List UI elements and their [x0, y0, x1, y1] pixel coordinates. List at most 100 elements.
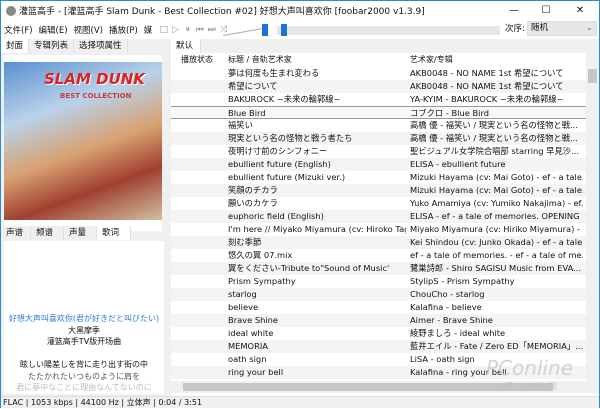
playlist-row[interactable]: believe Kalafina - believe	[171, 301, 586, 314]
playlist-row[interactable]: ideal white 綾野ましろ - ideal white	[171, 327, 586, 340]
track-title: 悠久の翼 07.mix	[228, 250, 293, 260]
playlist-row[interactable]: 福笑い 高橋 優 - 福笑い / 現実という名の怪物と戦...	[171, 119, 586, 132]
track-artist-album: Yuko Amamiya (cv: Yumiko Nakajima) - ef.…	[410, 198, 583, 208]
playlist-row[interactable]: 刻む季節 Kei Shindou (cv: Junko Okada) - ef -…	[171, 236, 586, 249]
track-title: ring your bell	[228, 367, 284, 377]
playlist-row[interactable]: I'm here // Miyako Miyamura (cv: Hiroko …	[171, 223, 586, 236]
track-artist-album: AKB0048 - NO NAME 1st 希望について	[410, 68, 564, 78]
stop-icon[interactable]: □	[158, 24, 169, 36]
track-artist-album: ELISA - ef - a tale of memories. OPENING…	[410, 211, 583, 221]
track-title: 笑顔のチカラ	[228, 185, 278, 195]
track-title: MEMORIA	[228, 341, 268, 351]
track-title: I'm here // Miyako Miyamura (cv: Hiroko …	[228, 224, 406, 234]
lyric-line	[4, 348, 164, 360]
playlist-row[interactable]: 夢は何度も生まれ変わる AKB0048 - NO NAME 1st 希望について	[171, 67, 586, 80]
lyric-line: 灌篮高手TV版开场曲	[46, 337, 122, 346]
tab-lyrics[interactable]: 歌词	[97, 226, 131, 240]
tab-album-list[interactable]: 专辑列表	[29, 39, 75, 53]
playlist-row[interactable]: ebullient future (Mizuki ver.) Mizuki Hay…	[171, 171, 586, 184]
track-title: Prism Sympathy	[228, 276, 296, 286]
close-button[interactable]: ✕	[565, 1, 595, 20]
tab-cover[interactable]: 封面	[1, 39, 30, 53]
playlist-row[interactable]: 悠久の翼 07.mix ef - a tale of memories. - ef…	[171, 249, 586, 262]
track-artist-album: Kalafina - believe	[410, 302, 482, 312]
track-title: Brave Shine	[228, 315, 279, 325]
track-artist-album: ef - a tale of memories. - ef - a tale o…	[410, 250, 583, 260]
track-title: ebullient future (Mizuki ver.)	[228, 172, 346, 182]
lyric-line: 眩しい陽差しを背に走り出す街の中	[20, 360, 148, 369]
scroll-thumb[interactable]	[588, 69, 597, 83]
tab-spectrogram[interactable]: 声谱	[1, 226, 31, 240]
lyric-line: 君に夢中なことに理由なんてないのに	[16, 383, 152, 392]
track-title: 刻む季節	[228, 237, 262, 247]
track-artist-album: Aimer - Brave Shine	[410, 315, 493, 325]
track-title: 夜明け寸前のシンフォニー	[228, 146, 328, 156]
track-artist-album: ELISA - ebullient future	[410, 159, 506, 169]
previous-icon[interactable]: ⏮	[194, 24, 205, 36]
maximize-button[interactable]: ☐	[531, 1, 561, 20]
column-artist-album[interactable]: 艺术家/专辑	[410, 53, 583, 67]
track-title: 現実という名の怪物と戦う者たち	[228, 133, 353, 143]
tab-default-playlist[interactable]: 默认	[171, 39, 201, 53]
pause-icon[interactable]: ⏸	[182, 24, 193, 36]
track-title: 希望について	[228, 81, 278, 91]
track-title: 翼をください-Tribute to"Sound of Music'	[228, 263, 390, 273]
menu-library[interactable]: 媒	[144, 26, 153, 36]
tab-properties[interactable]: 选择项属性	[74, 39, 128, 53]
tab-vu-meter[interactable]: 声量计	[64, 226, 97, 252]
order-value: 随机	[531, 23, 549, 33]
playlist-row[interactable]: 笑顔のチカラ Mizuki Hayama (cv: Mai Goto) - ef …	[171, 184, 586, 197]
playlist-row[interactable]: BAKUROCK ~未来の輪郭線~ YA-KYIM - BAKUROCK ~未来の…	[171, 93, 586, 106]
window-title: 灌篮高手 - [灌篮高手 Slam Dunk - Best Collection…	[19, 7, 425, 17]
volume-slider[interactable]	[223, 24, 268, 36]
playlist-row[interactable]: euphoric field (English) ELISA - ef - a t…	[171, 210, 586, 223]
column-header: 播放状态 标题 / 音轨艺术家 艺术家/专辑	[171, 53, 586, 67]
track-title: oath sign	[228, 354, 267, 364]
playlist-row[interactable]: 希望について AKB0048 - NO NAME 1st 希望について	[171, 80, 586, 93]
foobar-window: 灌篮高手 - [灌篮高手 Slam Dunk - Best Collection…	[0, 0, 600, 408]
menu-file[interactable]: 文件(F)	[4, 26, 33, 36]
lyric-line: 大黑摩季	[68, 325, 100, 335]
menu-view[interactable]: 视图(V)	[74, 26, 103, 36]
menu-edit[interactable]: 编辑(E)	[39, 26, 68, 36]
track-artist-album: StylipS - Prism Sympathy	[410, 276, 515, 286]
playlist-row[interactable]: ebullient future (English) ELISA - ebulli…	[171, 158, 586, 171]
app-icon	[6, 5, 16, 16]
seek-bar[interactable]	[277, 24, 500, 36]
next-icon[interactable]: ⏭	[206, 24, 217, 36]
menu-playback[interactable]: 播放(P)	[109, 26, 138, 36]
column-title[interactable]: 标题 / 音轨艺术家	[228, 53, 406, 67]
track-artist-album: AKB0048 - NO NAME 1st 希望について	[410, 81, 564, 91]
track-title: ebullient future (English)	[228, 159, 331, 169]
track-title: ideal white	[228, 328, 274, 338]
playlist-tabs: 默认	[171, 39, 201, 53]
vertical-scrollbar[interactable]	[586, 53, 599, 381]
playlist-row[interactable]: 夜明け寸前のシンフォニー 聖ビジュアル女学院合唱部 starring 早見沙...	[171, 145, 586, 158]
tab-spectrum[interactable]: 频谱	[31, 226, 64, 240]
play-icon[interactable]: ▷	[170, 24, 181, 36]
toolbar: 文件(F) 编辑(E) 视图(V) 播放(P) 媒 □ ▷ ⏸ ⏮ ⏭ ⤨ 次序: 随机…	[1, 20, 599, 39]
playlist-row[interactable]: Prism Sympathy StylipS - Prism Sympathy	[171, 275, 586, 288]
bottom-tabs: 声谱 频谱 声量计 歌词	[1, 226, 131, 252]
track-artist-album: 綾野ましろ - ideal white	[410, 328, 506, 338]
track-title: 福笑い	[228, 120, 253, 130]
playlist-row[interactable]: Brave Shine Aimer - Brave Shine	[171, 314, 586, 327]
volume-knob[interactable]	[262, 24, 268, 36]
album-art: SLAM DUNK BEST COLLECTION	[4, 62, 162, 220]
track-artist-album: 藍井エイル - Fate / Zero ED「MEMORIA」...	[410, 341, 583, 351]
order-select[interactable]: 随机 ⌄	[527, 21, 597, 36]
column-status[interactable]: 播放状态	[181, 53, 213, 67]
track-title: 夢は何度も生まれ変わる	[228, 68, 320, 78]
track-artist-album: Miyako Miyamura (cv: Hiriko Miyamura) - …	[410, 224, 583, 234]
playlist-row[interactable]: 願いのカケラ Yuko Amamiya (cv: Yumiko Nakajima)…	[171, 197, 586, 210]
seek-knob[interactable]	[281, 24, 288, 36]
playlist-row[interactable]: 現実という名の怪物と戦う者たち 高橋 優 - 福笑い / 現実という名の怪物と戦.…	[171, 132, 586, 145]
playlist-row[interactable]: MEMORIA 藍井エイル - Fate / Zero ED「MEMORIA」..…	[171, 340, 586, 353]
lyrics-panel: 好想大声叫喜欢你(君が好きだと叫びたい) 大黑摩季 灌篮高手TV版开场曲 眩しい…	[4, 241, 164, 394]
track-artist-album: 高橋 優 - 福笑い / 現実という名の怪物と戦...	[410, 133, 578, 143]
playlist-row[interactable]: 翼をください-Tribute to"Sound of Music' 鷺巣詩郎 - …	[171, 262, 586, 275]
chevron-down-icon: ⌄	[585, 23, 593, 33]
minimize-button[interactable]: —	[499, 1, 529, 20]
playlist-row[interactable]: starlog ChouCho - starlog	[171, 288, 586, 301]
playlist-row[interactable]: Blue Bird コブクロ - Blue Bird	[171, 106, 586, 119]
